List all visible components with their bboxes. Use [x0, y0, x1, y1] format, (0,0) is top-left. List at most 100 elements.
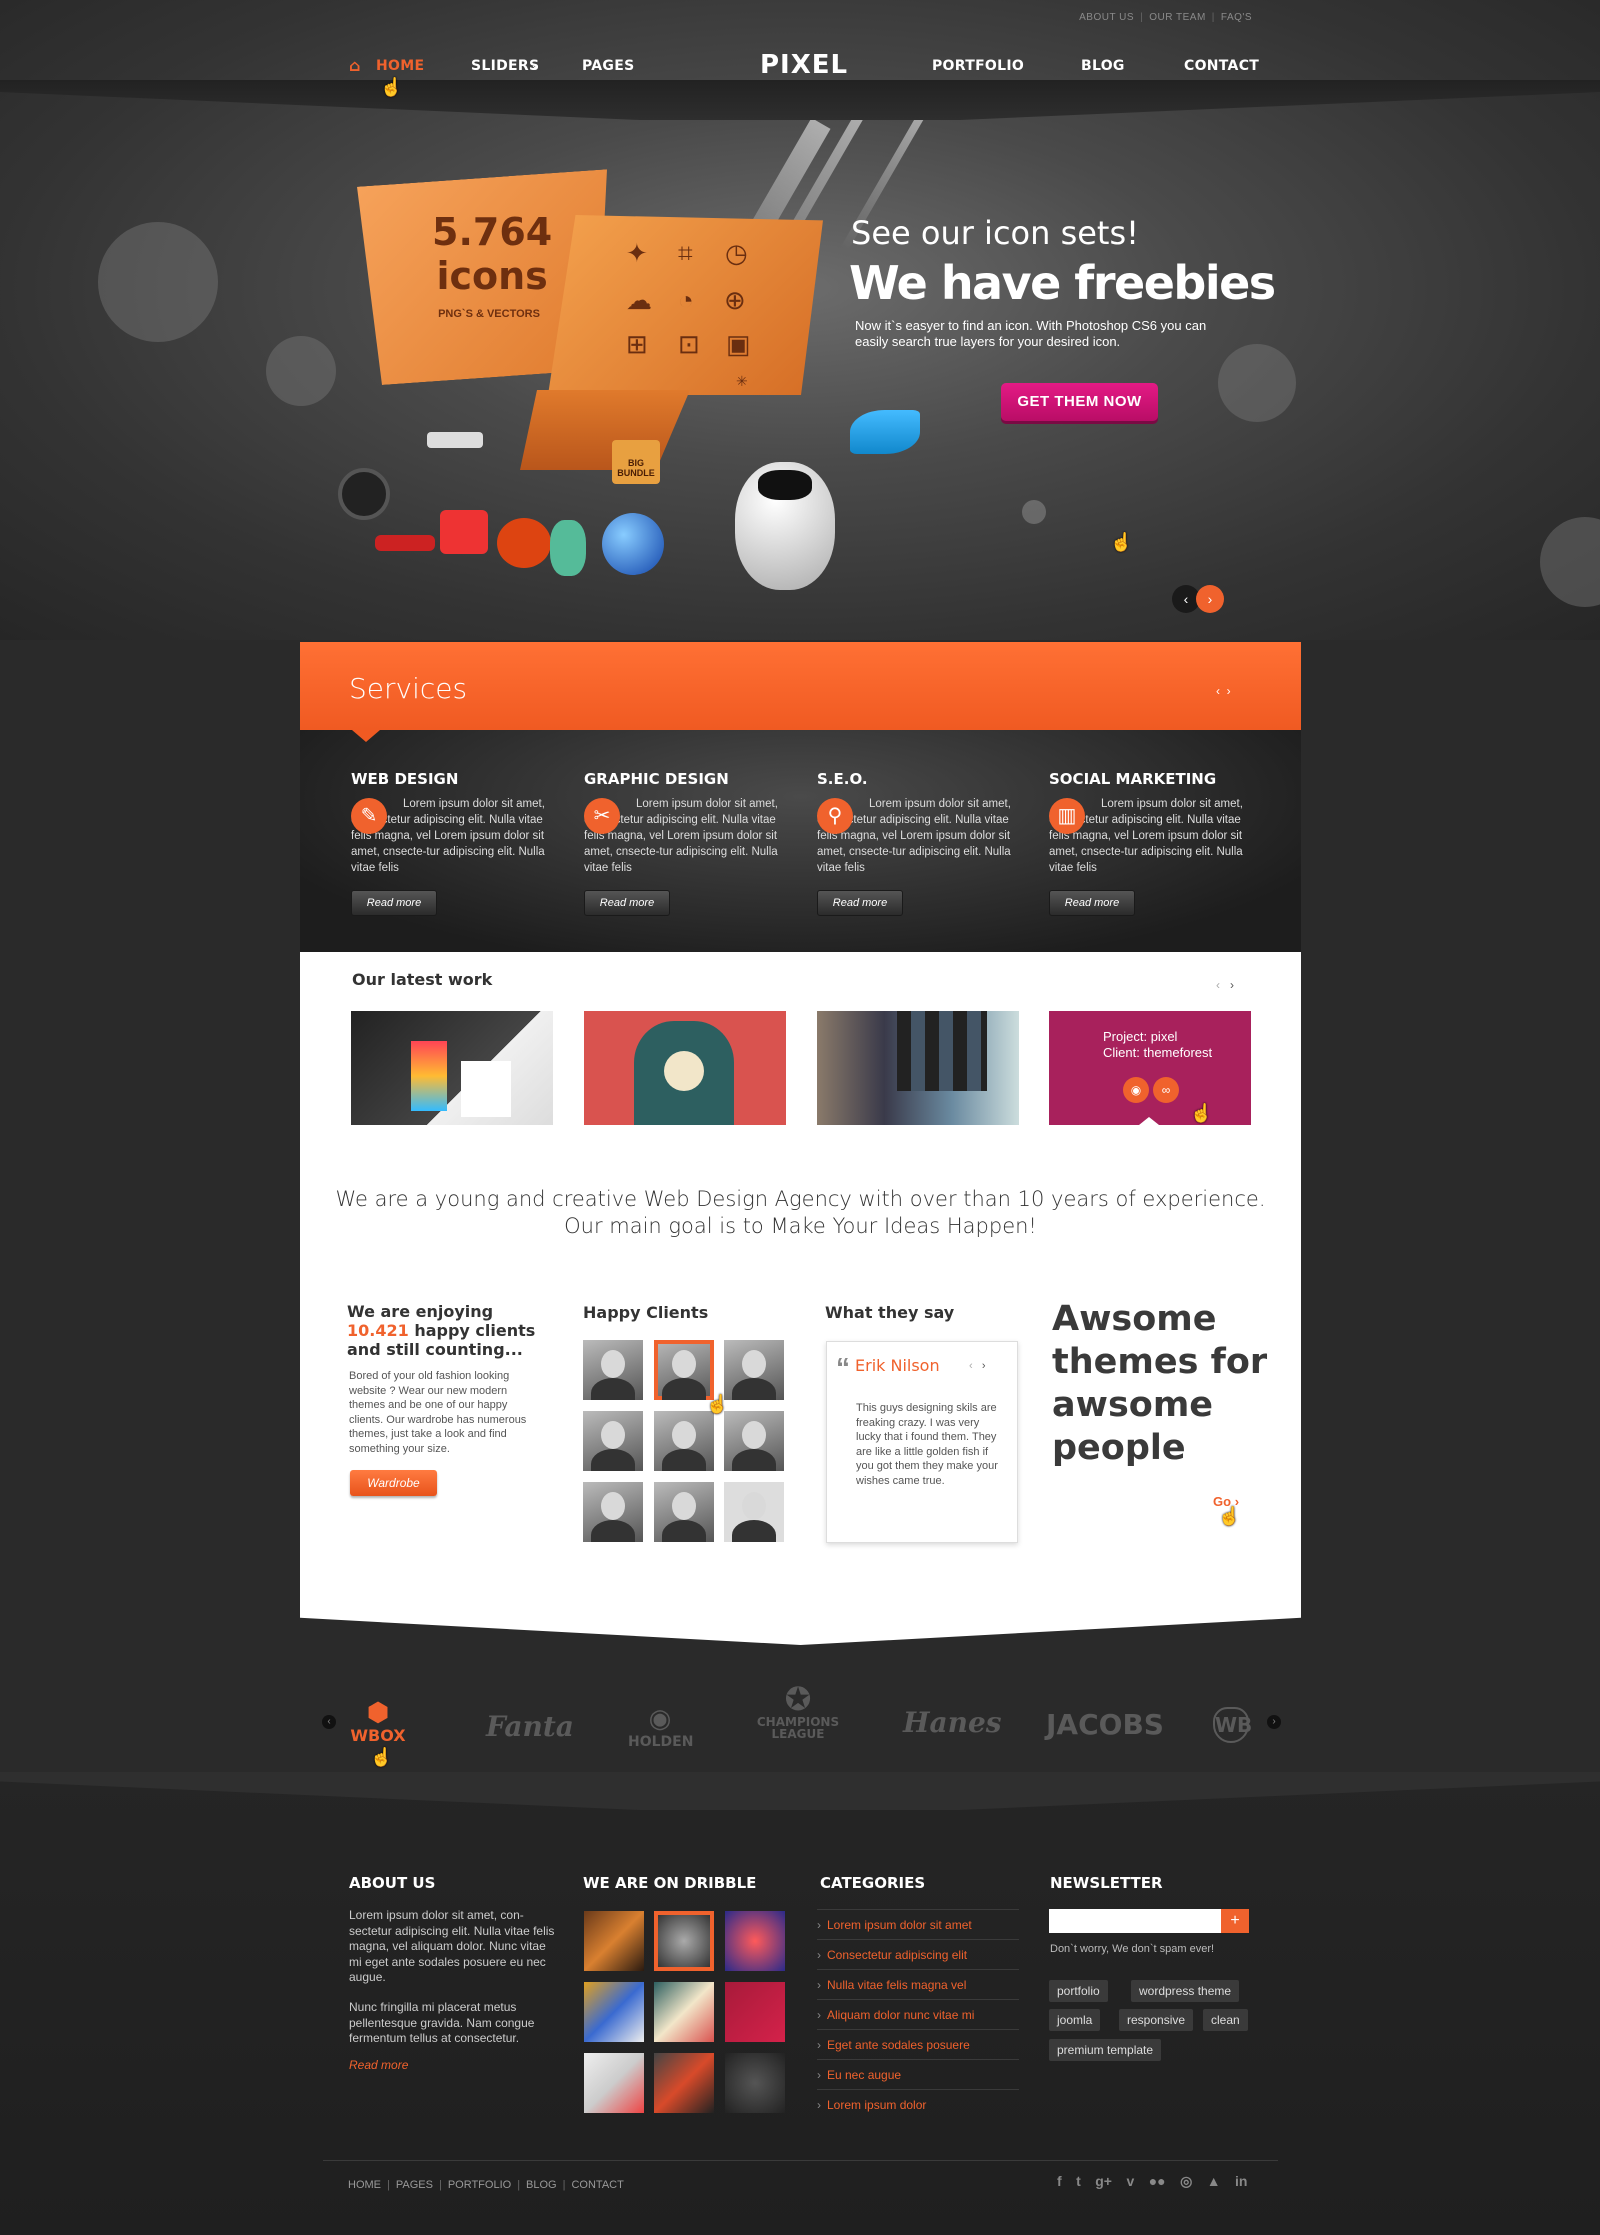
eye-icon[interactable]: ◉	[1123, 1077, 1149, 1103]
client-avatar-placeholder[interactable]	[724, 1482, 784, 1542]
nav-home[interactable]: HOME	[376, 58, 424, 74]
read-more-button[interactable]: Read more	[1049, 890, 1135, 916]
enjoy-title: We are enjoying 10.421 happy clients and…	[347, 1302, 537, 1359]
nav-pages[interactable]: PAGES	[582, 58, 634, 74]
dribble-thumb[interactable]	[725, 2053, 785, 2113]
work-item-illustration[interactable]	[584, 1011, 786, 1125]
tag[interactable]: joomla	[1049, 2009, 1101, 2031]
dribble-thumb[interactable]	[725, 1982, 785, 2042]
link-icon[interactable]: ∞	[1153, 1077, 1179, 1103]
logo-jacobs[interactable]: JACOBS	[1046, 1708, 1164, 1741]
slider-next-button[interactable]: ›	[1196, 585, 1224, 613]
site-logo[interactable]: PIXEL	[760, 50, 848, 80]
bottom-link-portfolio[interactable]: PORTFOLIO	[448, 2179, 511, 2191]
nav-contact[interactable]: CONTACT	[1184, 58, 1259, 74]
tag[interactable]: portfolio	[1049, 1980, 1108, 2002]
testimonial-nav: ‹ ›	[969, 1360, 986, 1372]
work-art	[411, 1041, 447, 1111]
bottom-links: HOME | PAGES | PORTFOLIO | BLOG | CONTACT	[348, 2179, 624, 2191]
tag[interactable]: premium template	[1049, 2039, 1162, 2061]
chevron-right-icon[interactable]: ›	[982, 1360, 986, 1372]
google-plus-icon[interactable]: g+	[1095, 2173, 1112, 2189]
logo-wb[interactable]: WB	[1213, 1707, 1252, 1743]
work-item-pixel[interactable]: Project: pixel Client: themeforest ◉ ∞	[1049, 1011, 1251, 1125]
work-art	[461, 1061, 511, 1117]
logo-hanes[interactable]: Hanes	[903, 1706, 1002, 1739]
nav-portfolio[interactable]: PORTFOLIO	[932, 58, 1024, 74]
bottom-link-home[interactable]: HOME	[348, 2179, 381, 2191]
top-link-faq[interactable]: FAQ'S	[1221, 12, 1252, 23]
chevron-left-icon[interactable]: ‹	[1216, 978, 1220, 992]
client-avatar[interactable]	[583, 1340, 643, 1400]
get-them-now-button[interactable]: GET THEM NOW	[1001, 383, 1158, 421]
client-avatar[interactable]	[583, 1411, 643, 1471]
logo-wbox[interactable]: ⬢ WBOX	[348, 1700, 408, 1745]
logo-holden[interactable]: ◉ HOLDEN	[628, 1704, 693, 1750]
read-more-button[interactable]: Read more	[584, 890, 670, 916]
top-link-about[interactable]: ABOUT US	[1079, 12, 1134, 23]
logos-next-button[interactable]: ›	[1267, 1715, 1281, 1729]
flickr-icon[interactable]: ●●	[1149, 2173, 1166, 2189]
client-avatar[interactable]	[724, 1340, 784, 1400]
client-avatar-selected[interactable]	[654, 1340, 714, 1400]
category-link[interactable]: Consectetur adipiscing elit	[817, 1939, 1019, 1970]
category-link[interactable]: Lorem ipsum dolor sit amet	[817, 1909, 1019, 1940]
client-avatar[interactable]	[654, 1411, 714, 1471]
facebook-icon[interactable]: f	[1057, 2173, 1062, 2189]
linkedin-icon[interactable]: in	[1235, 2173, 1247, 2189]
newsletter-submit-button[interactable]: +	[1221, 1909, 1249, 1933]
twitter-icon[interactable]: t	[1076, 2173, 1081, 2189]
category-link[interactable]: Eu nec augue	[817, 2059, 1019, 2090]
footer-newsletter-title: NEWSLETTER	[1050, 1874, 1163, 1892]
dribble-thumb-selected[interactable]	[654, 1911, 714, 1971]
client-avatar[interactable]	[724, 1411, 784, 1471]
category-link[interactable]: Nulla vitae felis magna vel	[817, 1969, 1019, 2000]
home-icon[interactable]: ⌂	[349, 56, 361, 75]
bottom-link-pages[interactable]: PAGES	[396, 2179, 433, 2191]
dribble-thumb[interactable]	[725, 1911, 785, 1971]
dribble-thumb[interactable]	[654, 1982, 714, 2042]
chevron-left-icon[interactable]: ‹	[969, 1360, 973, 1372]
newsletter-note: Don`t worry, We don`t spam ever!	[1050, 1943, 1215, 1955]
gamepad-icon: ⊕	[724, 285, 746, 315]
nav-blog[interactable]: BLOG	[1081, 58, 1125, 74]
dribble-thumb[interactable]	[584, 2053, 644, 2113]
nav-sliders[interactable]: SLIDERS	[471, 58, 539, 74]
client-avatar[interactable]	[654, 1482, 714, 1542]
work-item-interior[interactable]	[817, 1011, 1019, 1125]
tag[interactable]: wordpress theme	[1131, 1980, 1240, 2002]
dribble-thumb[interactable]	[654, 2053, 714, 2113]
read-more-button[interactable]: Read more	[351, 890, 437, 916]
dribble-thumb[interactable]	[584, 1982, 644, 2042]
category-link[interactable]: Lorem ipsum dolor	[817, 2089, 1019, 2120]
dribbble-icon[interactable]: ◎	[1180, 2173, 1192, 2190]
logo-fanta[interactable]: Fanta	[486, 1710, 574, 1743]
newsletter-email-input[interactable]	[1049, 1909, 1221, 1933]
top-link-team[interactable]: OUR TEAM	[1149, 12, 1206, 23]
forrst-icon[interactable]: ▲	[1207, 2173, 1221, 2189]
bottom-link-blog[interactable]: BLOG	[526, 2179, 557, 2191]
read-more-button[interactable]: Read more	[817, 890, 903, 916]
services-prev-icon[interactable]: ‹	[1216, 684, 1220, 698]
tag[interactable]: clean	[1203, 2009, 1248, 2031]
tools-icon: ✂	[584, 798, 620, 834]
tag[interactable]: responsive	[1119, 2009, 1194, 2031]
vimeo-icon[interactable]: v	[1126, 2173, 1134, 2189]
camera-icon	[338, 468, 390, 520]
footer-read-more-link[interactable]: Read more	[349, 2058, 408, 2072]
presentation-icon: ⊡	[678, 329, 700, 359]
logos-prev-button[interactable]: ‹	[322, 1715, 336, 1729]
work-item-branding[interactable]	[351, 1011, 553, 1125]
chevron-right-icon[interactable]: ›	[1230, 978, 1234, 992]
client-label: Client:	[1103, 1045, 1140, 1060]
logo-champions-league[interactable]: ✪ CHAMPIONS LEAGUE	[752, 1682, 844, 1740]
enjoy-number: 10.421	[347, 1321, 409, 1340]
wardrobe-button[interactable]: Wardrobe	[350, 1470, 437, 1496]
category-link[interactable]: Aliquam dolor nunc vitae mi	[817, 1999, 1019, 2030]
client-avatar[interactable]	[583, 1482, 643, 1542]
dribble-thumb[interactable]	[584, 1911, 644, 1971]
category-link[interactable]: Eget ante sodales posuere	[817, 2029, 1019, 2060]
bottom-link-contact[interactable]: CONTACT	[571, 2179, 623, 2191]
footer-about-text: Nunc fringilla mi placerat metus pellent…	[349, 2000, 535, 2045]
services-next-icon[interactable]: ›	[1227, 684, 1231, 698]
